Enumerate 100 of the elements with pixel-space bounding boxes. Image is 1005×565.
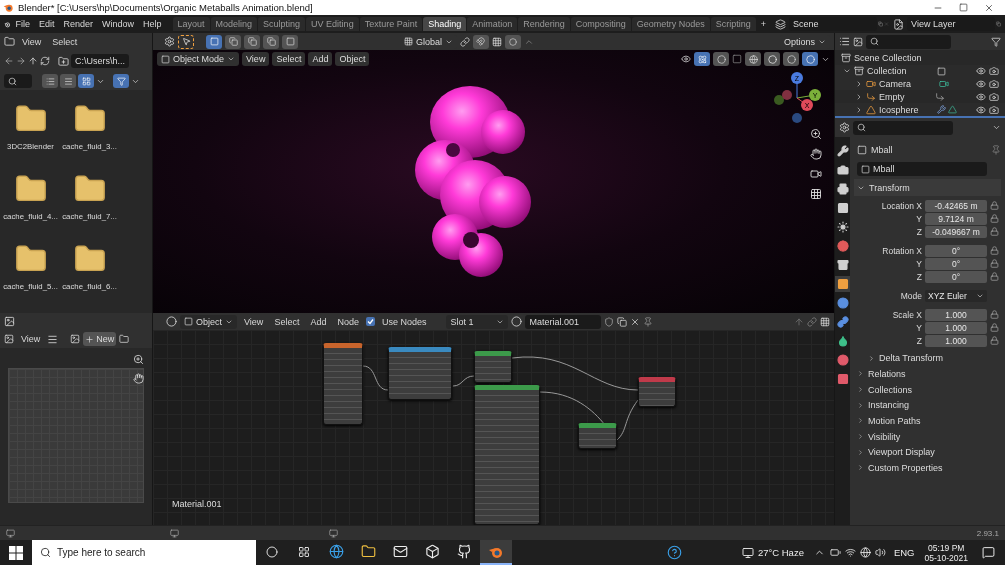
refresh-icon[interactable] bbox=[40, 56, 50, 66]
object-name-field[interactable]: Mball bbox=[857, 162, 987, 176]
workspace-tab[interactable]: Rendering bbox=[518, 17, 570, 31]
mail-icon[interactable] bbox=[392, 544, 408, 559]
zoom-icon[interactable] bbox=[810, 128, 822, 140]
object-dropdown[interactable]: Object bbox=[180, 314, 237, 329]
number-field[interactable]: 1.000 bbox=[925, 321, 987, 334]
search-field[interactable] bbox=[853, 120, 953, 135]
menu-item[interactable]: Object bbox=[335, 52, 370, 66]
menu-item[interactable]: Select bbox=[48, 36, 82, 47]
browser-icon[interactable] bbox=[328, 544, 344, 559]
number-field[interactable]: 0° bbox=[925, 257, 987, 270]
camera-icon[interactable] bbox=[810, 168, 822, 180]
workspace-tab[interactable]: UV Editing bbox=[306, 17, 359, 31]
workspace-tab[interactable]: Layout bbox=[172, 17, 210, 31]
new-image-button[interactable]: New bbox=[83, 332, 117, 346]
select-tool-button[interactable] bbox=[178, 34, 194, 49]
eye-icon[interactable] bbox=[976, 91, 986, 102]
select-mode-button[interactable] bbox=[206, 34, 222, 49]
use-nodes-checkbox[interactable] bbox=[365, 317, 375, 326]
menu-item[interactable]: View bbox=[242, 52, 270, 66]
pin-icon[interactable] bbox=[643, 316, 654, 327]
menu-item[interactable]: Edit bbox=[34, 19, 59, 29]
solid-shading-button[interactable] bbox=[764, 52, 780, 66]
mode-dropdown[interactable]: Object Mode bbox=[157, 52, 240, 66]
open-icon[interactable] bbox=[119, 334, 130, 344]
grid-icon[interactable] bbox=[810, 188, 822, 200]
menu-item[interactable]: View bbox=[17, 334, 45, 344]
search-field[interactable] bbox=[4, 74, 32, 88]
lock-icon[interactable] bbox=[990, 323, 999, 332]
number-field[interactable]: -0.049667 m bbox=[925, 225, 987, 238]
workspace-tab[interactable]: Scripting bbox=[710, 17, 756, 31]
cat-icon[interactable] bbox=[456, 544, 472, 559]
camera-icon[interactable] bbox=[989, 66, 999, 77]
lock-icon[interactable] bbox=[990, 310, 999, 319]
copy-icon[interactable] bbox=[617, 316, 628, 327]
outliner-item-label[interactable]: Empty bbox=[879, 91, 905, 102]
list-view-button[interactable] bbox=[42, 74, 58, 88]
menu-item[interactable]: Window bbox=[98, 19, 139, 29]
snap-icon[interactable] bbox=[820, 316, 830, 327]
rendered-shading-button[interactable] bbox=[802, 52, 818, 66]
battery-icon[interactable] bbox=[829, 547, 841, 558]
outliner-item-label[interactable]: Camera bbox=[879, 79, 911, 89]
filter-button[interactable] bbox=[113, 74, 129, 88]
hand-icon[interactable] bbox=[133, 373, 144, 384]
visibility-icon[interactable] bbox=[681, 54, 691, 64]
image-icon[interactable] bbox=[70, 334, 81, 344]
new-folder-icon[interactable] bbox=[58, 55, 69, 67]
select-mode-button[interactable] bbox=[225, 34, 241, 49]
weather-label[interactable]: 27°C Haze bbox=[757, 547, 804, 558]
panel-header[interactable]: Motion Paths bbox=[854, 413, 1001, 429]
menu-item[interactable]: Select bbox=[270, 316, 304, 327]
select-mode-button[interactable] bbox=[263, 34, 279, 49]
outliner-item-label[interactable]: Scene Collection bbox=[854, 53, 922, 64]
close-icon[interactable] bbox=[630, 316, 641, 327]
taskbar-search-field[interactable]: Type here to search bbox=[32, 540, 256, 565]
gizmo-button[interactable] bbox=[694, 52, 710, 66]
view-layer-field[interactable]: View Layer bbox=[907, 17, 996, 31]
menu-item[interactable]: Node bbox=[333, 316, 363, 327]
number-field[interactable]: -0.42465 m bbox=[925, 199, 987, 212]
forward-icon[interactable] bbox=[16, 56, 26, 66]
workspace-tab[interactable]: Shading bbox=[423, 17, 467, 31]
lock-icon[interactable] bbox=[990, 272, 999, 281]
display-mode-icon[interactable] bbox=[853, 36, 863, 47]
menu-item[interactable]: Add bbox=[308, 52, 333, 66]
outliner-icon[interactable] bbox=[839, 36, 850, 47]
speaker-icon[interactable] bbox=[874, 547, 886, 558]
workspace-tab[interactable]: Compositing bbox=[570, 17, 631, 31]
outliner-item-label[interactable]: Collection bbox=[867, 66, 907, 77]
eye-icon[interactable] bbox=[976, 79, 986, 89]
thumbnail-view-button[interactable] bbox=[78, 74, 94, 88]
number-field[interactable]: 1.000 bbox=[925, 308, 987, 321]
lock-icon[interactable] bbox=[990, 227, 999, 236]
camera-icon[interactable] bbox=[989, 91, 999, 102]
menu-item[interactable]: Select bbox=[272, 52, 306, 66]
number-field[interactable]: 1.000 bbox=[925, 334, 987, 347]
path-field[interactable]: C:\Users\h... bbox=[71, 54, 129, 68]
workspace-tab[interactable]: Modeling bbox=[210, 17, 258, 31]
wireframe-shading-button[interactable] bbox=[745, 52, 761, 66]
zoom-icon[interactable] bbox=[133, 354, 144, 365]
panel-header[interactable]: Custom Properties bbox=[854, 460, 1001, 476]
workspace-tab[interactable]: Texture Paint bbox=[359, 17, 423, 31]
workspace-tab[interactable]: Animation bbox=[467, 17, 518, 31]
lock-icon[interactable] bbox=[990, 246, 999, 255]
maximize-icon[interactable] bbox=[959, 2, 968, 12]
lock-icon[interactable] bbox=[990, 214, 999, 223]
filter-icon[interactable] bbox=[991, 36, 1001, 47]
eye-icon[interactable] bbox=[976, 66, 986, 77]
folder-icon[interactable] bbox=[4, 36, 15, 47]
workspace-tab[interactable]: Geometry Nodes bbox=[631, 17, 710, 31]
properties-icon[interactable] bbox=[839, 122, 850, 133]
back-icon[interactable] bbox=[4, 56, 14, 66]
add-workspace-button[interactable]: + bbox=[756, 19, 771, 29]
shield-icon[interactable] bbox=[604, 316, 615, 327]
panel-header[interactable]: Visibility bbox=[854, 428, 1001, 445]
editor-type-icon[interactable] bbox=[166, 316, 177, 327]
overlay-button[interactable] bbox=[713, 52, 729, 66]
checkbox-icon[interactable] bbox=[936, 66, 946, 76]
camera-icon[interactable] bbox=[989, 104, 999, 115]
mode-dropdown[interactable]: XYZ Euler bbox=[925, 289, 987, 302]
